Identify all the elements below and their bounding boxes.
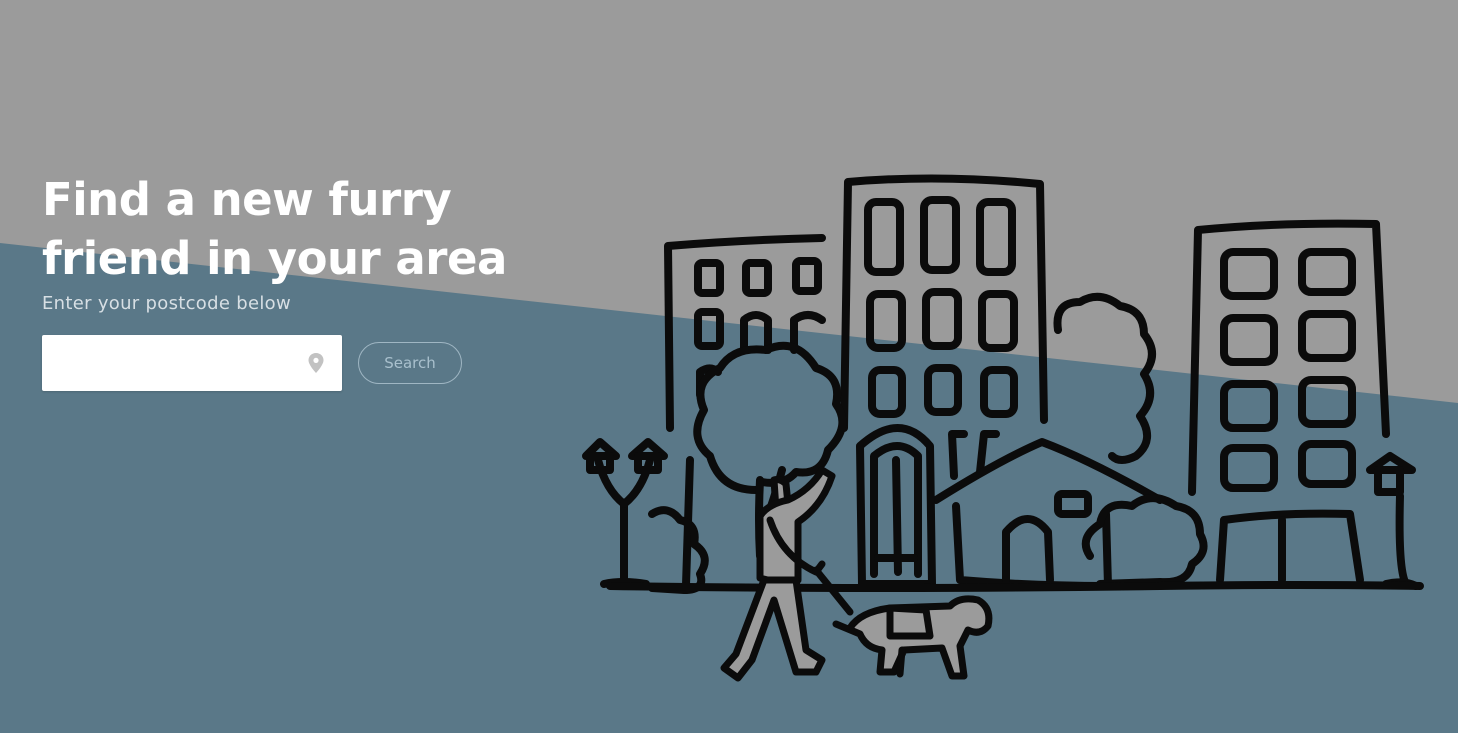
map-pin-icon (308, 353, 324, 373)
hero-subtitle: Enter your postcode below (42, 293, 291, 314)
phone-box (856, 424, 936, 588)
dog (832, 595, 993, 680)
postcode-input[interactable] (42, 335, 292, 391)
headline-line-1: Find a new furry (42, 173, 452, 226)
person-walking (720, 466, 854, 682)
postcode-field-container (42, 335, 342, 391)
city-street-illustration (582, 174, 1424, 682)
street-lamp-right (1366, 452, 1420, 590)
ground-line (606, 581, 1424, 592)
hero-section: Find a new furry friend in your area Ent… (0, 0, 1458, 733)
right-building (1188, 219, 1390, 584)
bush-left (648, 506, 709, 594)
search-button[interactable]: Search (358, 342, 462, 384)
hero-headline: Find a new furry friend in your area (42, 170, 522, 288)
tree-middle (1053, 292, 1156, 464)
headline-line-2: friend in your area (42, 232, 507, 285)
